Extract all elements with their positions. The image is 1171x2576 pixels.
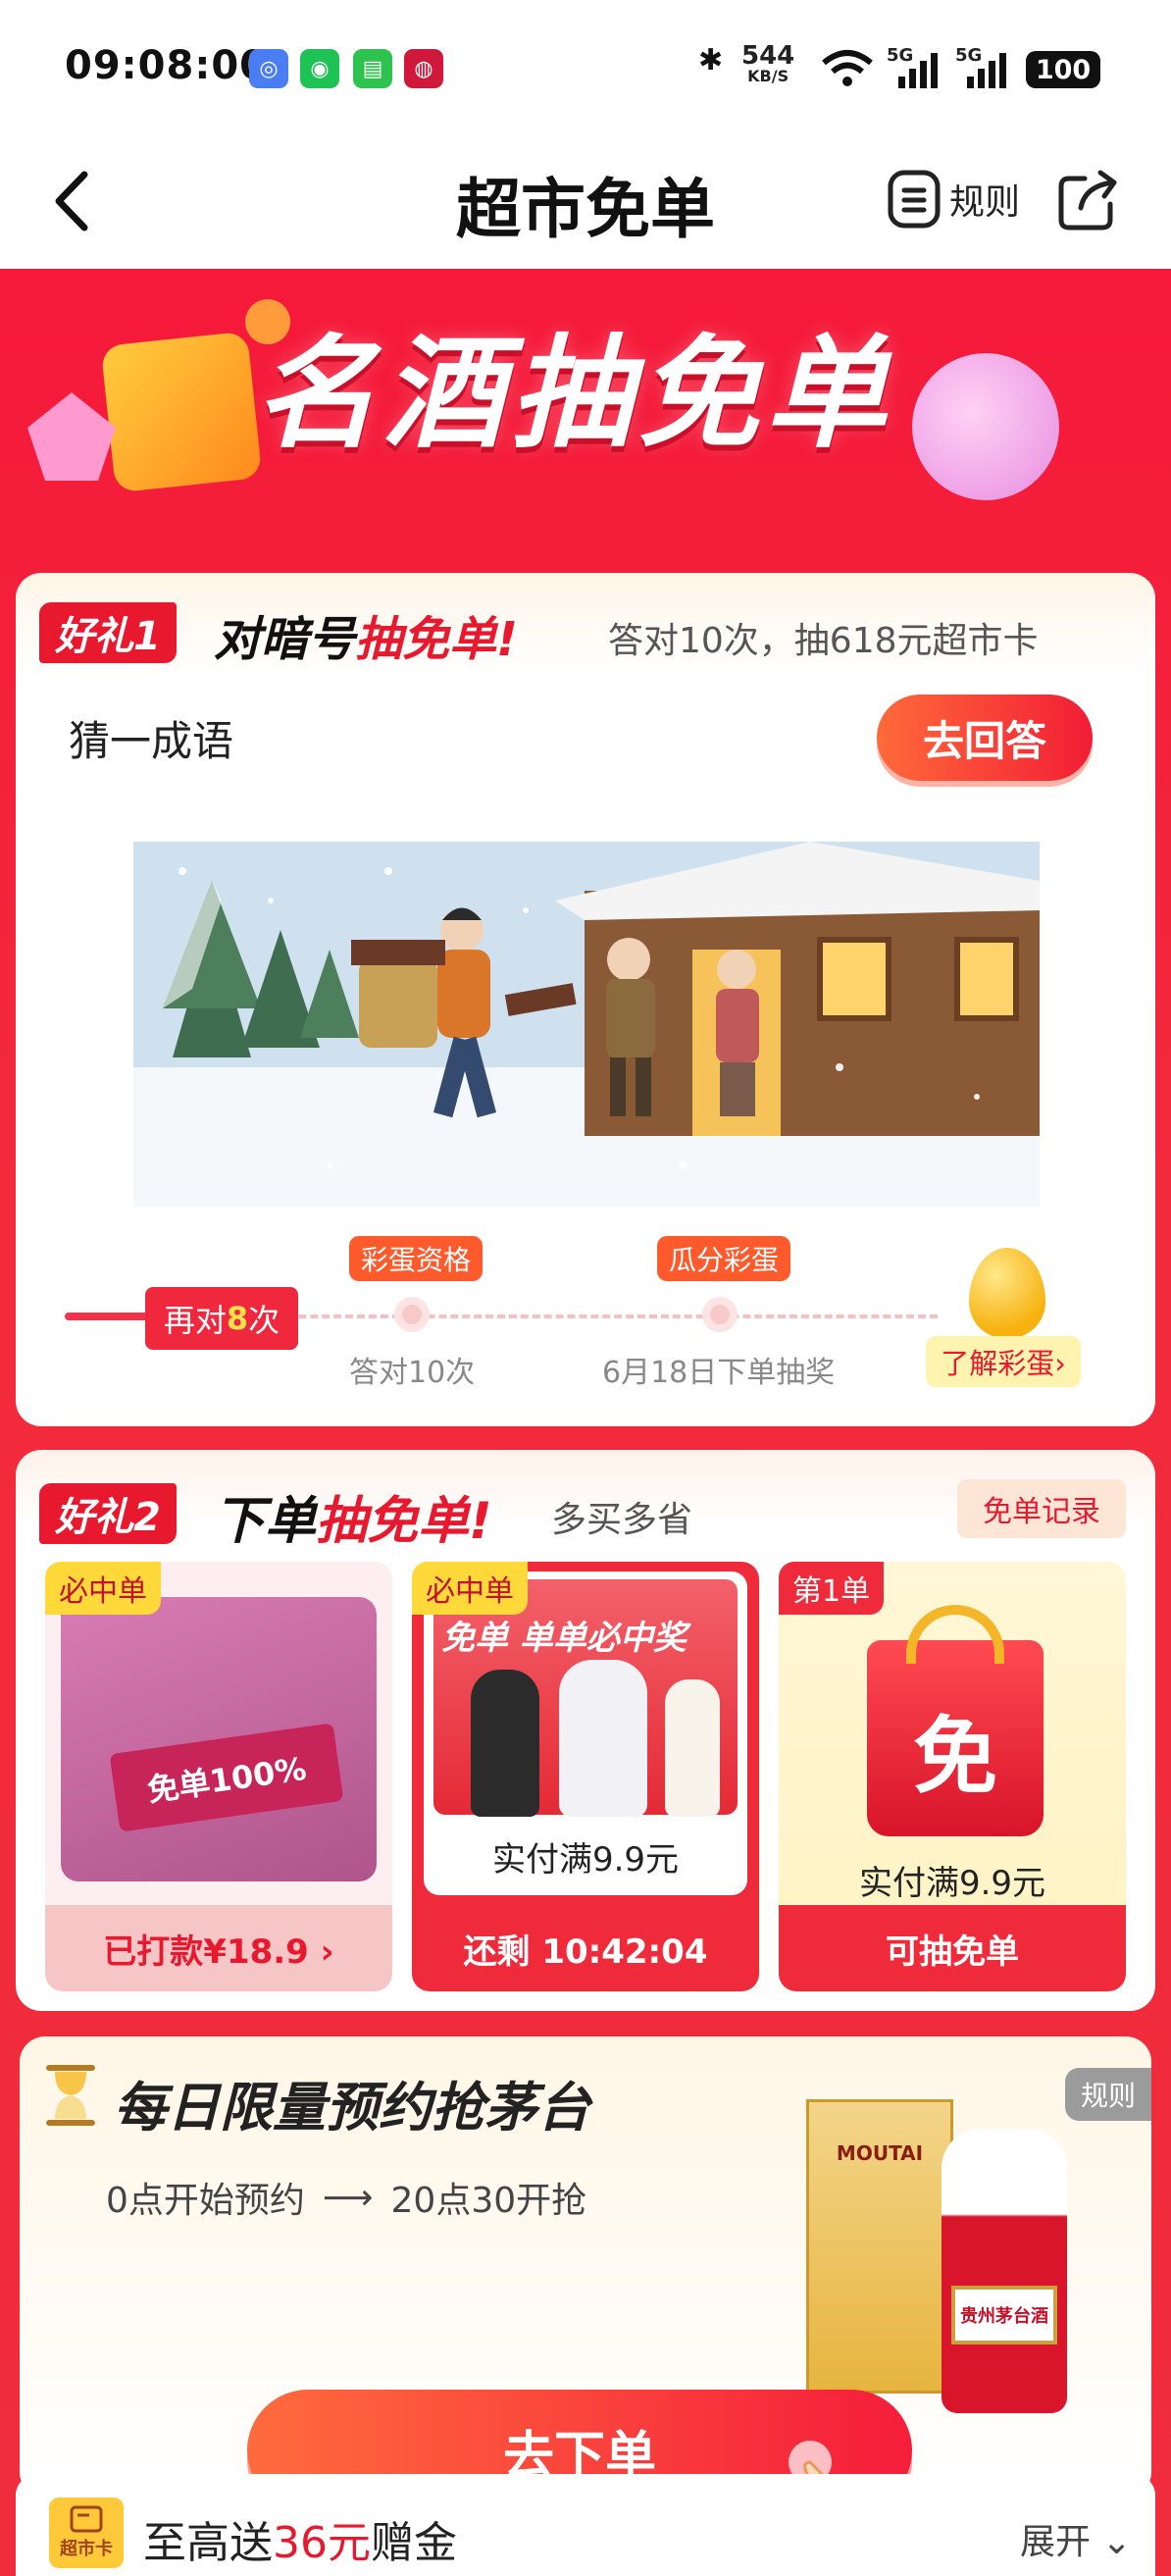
- again-suffix: 次: [248, 1302, 280, 1339]
- box-label: MOUTAI: [836, 2141, 924, 2165]
- rules-doc-icon: [888, 170, 941, 229]
- arrow-icon: ⟶: [322, 2177, 374, 2218]
- bonus-text-a: 至高送: [143, 2518, 273, 2568]
- banner-title: 名酒抽免单: [255, 324, 893, 465]
- net-speed-value: 544: [741, 41, 795, 71]
- gift2-heading-b: 抽免单!: [316, 1492, 492, 1551]
- product-3-price: 实付满9.9元: [858, 1864, 1046, 1903]
- wifi-icon: [822, 50, 873, 86]
- promo-overlay-2: 免单 单单必中奖: [441, 1619, 687, 1658]
- signal-icon: [898, 53, 938, 88]
- wechat-icon: ◉: [300, 49, 339, 88]
- share-icon[interactable]: [1055, 169, 1120, 233]
- message-icon: ▤: [353, 49, 392, 88]
- product-card-3[interactable]: 免 实付满9.9元 可抽免单: [779, 1562, 1126, 1991]
- moutai-rules-button[interactable]: 规则: [1065, 2068, 1151, 2121]
- bonus-text-b: 赠金: [371, 2518, 457, 2568]
- hourglass-icon: [46, 2065, 95, 2126]
- lottery-label: 可抽免单: [886, 1932, 1019, 1972]
- learn-egg-button[interactable]: 了解彩蛋›: [926, 1336, 1081, 1387]
- milestone-label-2: 瓜分彩蛋: [657, 1236, 791, 1281]
- product-badge-2: 必中单: [412, 1562, 528, 1615]
- bluetooth-icon: ✱: [698, 43, 724, 77]
- gift2-tag: 好礼2: [39, 1483, 177, 1544]
- white-bottle-image: [559, 1660, 647, 1817]
- again-num: 8: [226, 1300, 249, 1337]
- milestone-label-1: 彩蛋资格: [349, 1236, 484, 1281]
- supermarket-card-icon: 超市卡: [49, 2498, 124, 2568]
- gift2-heading-a: 下单: [214, 1492, 317, 1551]
- gift2-heading: 下单抽免单!: [214, 1479, 492, 1553]
- remaining-count-badge: 再对 8 次: [145, 1287, 298, 1350]
- product-card-1[interactable]: 免单100% 已打款¥18.9 ›: [45, 1562, 392, 1991]
- small-bottle-image: [665, 1679, 720, 1817]
- reserve-start: 0点开始预约: [106, 2181, 305, 2221]
- countdown-timer: 还剩 10:42:04: [463, 1932, 708, 1972]
- status-time: 09:08:00: [65, 43, 268, 88]
- gift2-subtitle: 多买多省: [551, 1500, 693, 1540]
- product-card-2[interactable]: 免单 单单必中奖 实付满9.9元 还剩 10:42:04: [412, 1562, 759, 1991]
- product-2-price: 实付满9.9元: [491, 1840, 680, 1880]
- card-glyph-icon: [70, 2505, 103, 2533]
- gift-bag-handle: [906, 1605, 1004, 1664]
- rules-button[interactable]: 规则: [887, 169, 1020, 230]
- moutai-schedule: 0点开始预约 ⟶ 20点30开抢: [106, 2172, 586, 2223]
- gift1-subtitle: 答对10次，抽618元超市卡: [608, 621, 1039, 661]
- moutai-title: 每日限量预约抢茅台: [114, 2077, 590, 2138]
- net-speed-unit: KB/S: [747, 67, 789, 85]
- product-badge-1: 必中单: [45, 1562, 161, 1615]
- bonus-amount: 36元: [273, 2518, 371, 2568]
- ticket-decoration: [100, 331, 263, 493]
- battery-indicator: 100: [1026, 51, 1100, 88]
- flower-decoration: [912, 353, 1059, 500]
- free-char-overlay: 免: [913, 1707, 997, 1806]
- again-prefix: 再对: [163, 1302, 227, 1339]
- net-speed: 544 KB/S: [741, 43, 794, 84]
- expand-button[interactable]: 展开 ⌄: [1020, 2513, 1132, 2564]
- bank-app-icon: ◍: [404, 49, 443, 88]
- card-icon-label: 超市卡: [60, 2539, 113, 2559]
- product-badge-3: 第1单: [779, 1562, 885, 1615]
- moutai-box-image: MOUTAI: [806, 2099, 953, 2394]
- signal-icon-2: [967, 53, 1006, 88]
- paid-amount-label: 已打款¥18.9 ›: [103, 1932, 334, 1972]
- bottle-label: 贵州茅台酒: [951, 2286, 1057, 2344]
- gift1-heading-b: 抽免单!: [355, 612, 518, 667]
- milestone-dot-2: [702, 1297, 738, 1332]
- milestone-text-1: 答对10次: [349, 1356, 476, 1390]
- riddle-label: 猜一成语: [69, 717, 234, 765]
- moutai-bottle-image: 贵州茅台酒: [942, 2129, 1067, 2413]
- progress-fill: [65, 1313, 153, 1320]
- black-bottle-image: [471, 1670, 539, 1817]
- rules-label: 规则: [949, 182, 1021, 223]
- riddle-illustration: [133, 842, 1040, 1207]
- free-order-record-button[interactable]: 免单记录: [957, 1479, 1126, 1538]
- gift1-heading-a: 对暗号: [214, 612, 356, 667]
- answer-button[interactable]: 去回答: [877, 695, 1093, 781]
- app-notification-icon: ◎: [249, 49, 288, 88]
- gift1-heading: 对暗号抽免单!: [214, 600, 518, 669]
- bonus-text: 至高送36元赠金: [143, 2507, 457, 2570]
- milestone-text-2: 6月18日下单抽奖: [602, 1356, 836, 1390]
- milestone-dot-1: [394, 1297, 430, 1332]
- grab-time: 20点30开抢: [390, 2181, 587, 2221]
- gift1-tag: 好礼1: [39, 602, 177, 663]
